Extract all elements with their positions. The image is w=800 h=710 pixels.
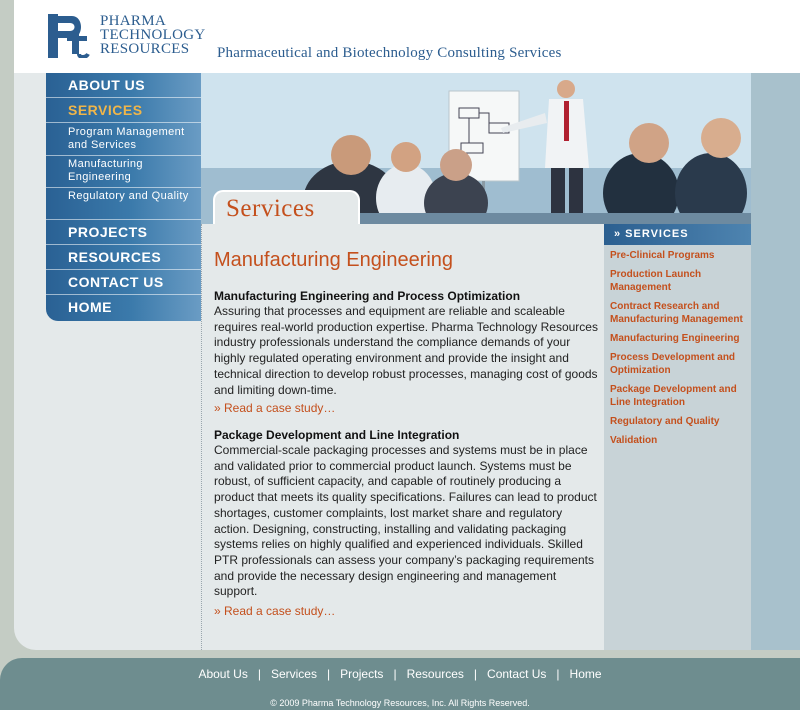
site-footer: About Us | Services | Projects | Resources | Con… <box>0 658 800 710</box>
footer-separator: | <box>326 667 331 681</box>
logo-line-1: PHARMA <box>100 13 166 29</box>
nav-sub-regulatory-label: Regulatory and Quality <box>68 190 189 202</box>
footer-nav: About Us | Services | Projects | Resources | Con… <box>0 667 800 681</box>
nav-projects-label: PROJECTS <box>68 224 148 240</box>
ptr-logo-icon[interactable] <box>48 14 92 58</box>
footer-link-projects[interactable]: Projects <box>340 667 383 681</box>
main-content: Manufacturing Engineering Manufacturing … <box>201 224 604 650</box>
sidebar-link-contract-research[interactable]: Contract Research and Manufacturing Mana… <box>610 300 748 326</box>
footer-link-about-us[interactable]: About Us <box>198 667 247 681</box>
footer-separator: | <box>556 667 560 681</box>
read-case-study-link-2[interactable]: » Read a case study… <box>214 604 335 618</box>
sidebar-link-validation[interactable]: Validation <box>610 434 748 447</box>
footer-separator: | <box>393 667 397 681</box>
nav-contact-label: CONTACT US <box>68 274 164 290</box>
sidebar-link-production-launch[interactable]: Production Launch Management <box>610 268 748 294</box>
footer-link-home[interactable]: Home <box>570 667 602 681</box>
page-panel: PHARMA TECHNOLOGY RESOURCES Pharmaceutic… <box>14 0 800 650</box>
site-header: PHARMA TECHNOLOGY RESOURCES Pharmaceutic… <box>14 0 800 73</box>
services-sidebar: » SERVICES Pre-Clinical Programs Product… <box>604 224 751 650</box>
nav-about-label: ABOUT US <box>68 77 146 93</box>
main-nav: ABOUT US SERVICES Program Management and… <box>46 73 201 321</box>
nav-services-label: SERVICES <box>68 102 143 118</box>
footer-separator: | <box>257 667 261 681</box>
sidebar-link-manufacturing-engineering[interactable]: Manufacturing Engineering <box>610 332 748 345</box>
section-body-package-development: Commercial-scale packaging processes and… <box>214 443 597 599</box>
nav-projects[interactable]: PROJECTS <box>46 220 201 245</box>
nav-sub-manufacturing-label: Manufacturing Engineering <box>68 158 143 183</box>
right-decor-strip <box>751 73 800 650</box>
sidebar-link-pre-clinical[interactable]: Pre-Clinical Programs <box>610 249 748 262</box>
nav-sub-program-management[interactable]: Program Management and Services <box>46 123 201 156</box>
site-tagline: Pharmaceutical and Biotechnology Consult… <box>217 45 562 61</box>
section-heading-process-optimization: Manufacturing Engineering and Process Op… <box>214 289 521 303</box>
nav-sub-manufacturing-engineering[interactable]: Manufacturing Engineering <box>46 156 201 188</box>
logo-line-2: TECHNOLOGY <box>100 27 206 43</box>
nav-sub-regulatory-quality[interactable]: Regulatory and Quality <box>46 188 201 220</box>
copyright-notice: © 2009 Pharma Technology Resources, Inc.… <box>270 698 530 708</box>
section-body-process-optimization: Assuring that processes and equipment ar… <box>214 304 598 397</box>
footer-link-resources[interactable]: Resources <box>407 667 464 681</box>
section-tab: Services <box>213 190 360 224</box>
read-case-study-link-1[interactable]: » Read a case study… <box>214 401 335 415</box>
sidebar-link-regulatory-quality[interactable]: Regulatory and Quality <box>610 415 748 428</box>
logo-line-3: RESOURCES <box>100 41 190 57</box>
section-heading-package-development: Package Development and Line Integration <box>214 428 460 442</box>
logo-wordmark[interactable]: PHARMA TECHNOLOGY RESOURCES <box>100 13 206 57</box>
nav-home-label: HOME <box>68 299 112 315</box>
sidebar-heading: » SERVICES <box>604 224 751 245</box>
sidebar-link-process-development[interactable]: Process Development and Optimization <box>610 351 748 377</box>
nav-sub-program-label: Program Management and Services <box>68 126 185 151</box>
nav-home[interactable]: HOME <box>46 295 201 320</box>
nav-resources-label: RESOURCES <box>68 249 162 265</box>
page-title: Manufacturing Engineering <box>214 249 454 271</box>
nav-services[interactable]: SERVICES <box>46 98 201 123</box>
section-tab-label: Services <box>226 195 315 222</box>
nav-contact-us[interactable]: CONTACT US <box>46 270 201 295</box>
nav-resources[interactable]: RESOURCES <box>46 245 201 270</box>
sidebar-link-package-development[interactable]: Package Development and Line Integration <box>610 383 748 409</box>
footer-separator: | <box>473 667 478 681</box>
footer-link-services[interactable]: Services <box>271 667 317 681</box>
footer-link-contact-us[interactable]: Contact Us <box>487 667 546 681</box>
nav-about-us[interactable]: ABOUT US <box>46 73 201 98</box>
